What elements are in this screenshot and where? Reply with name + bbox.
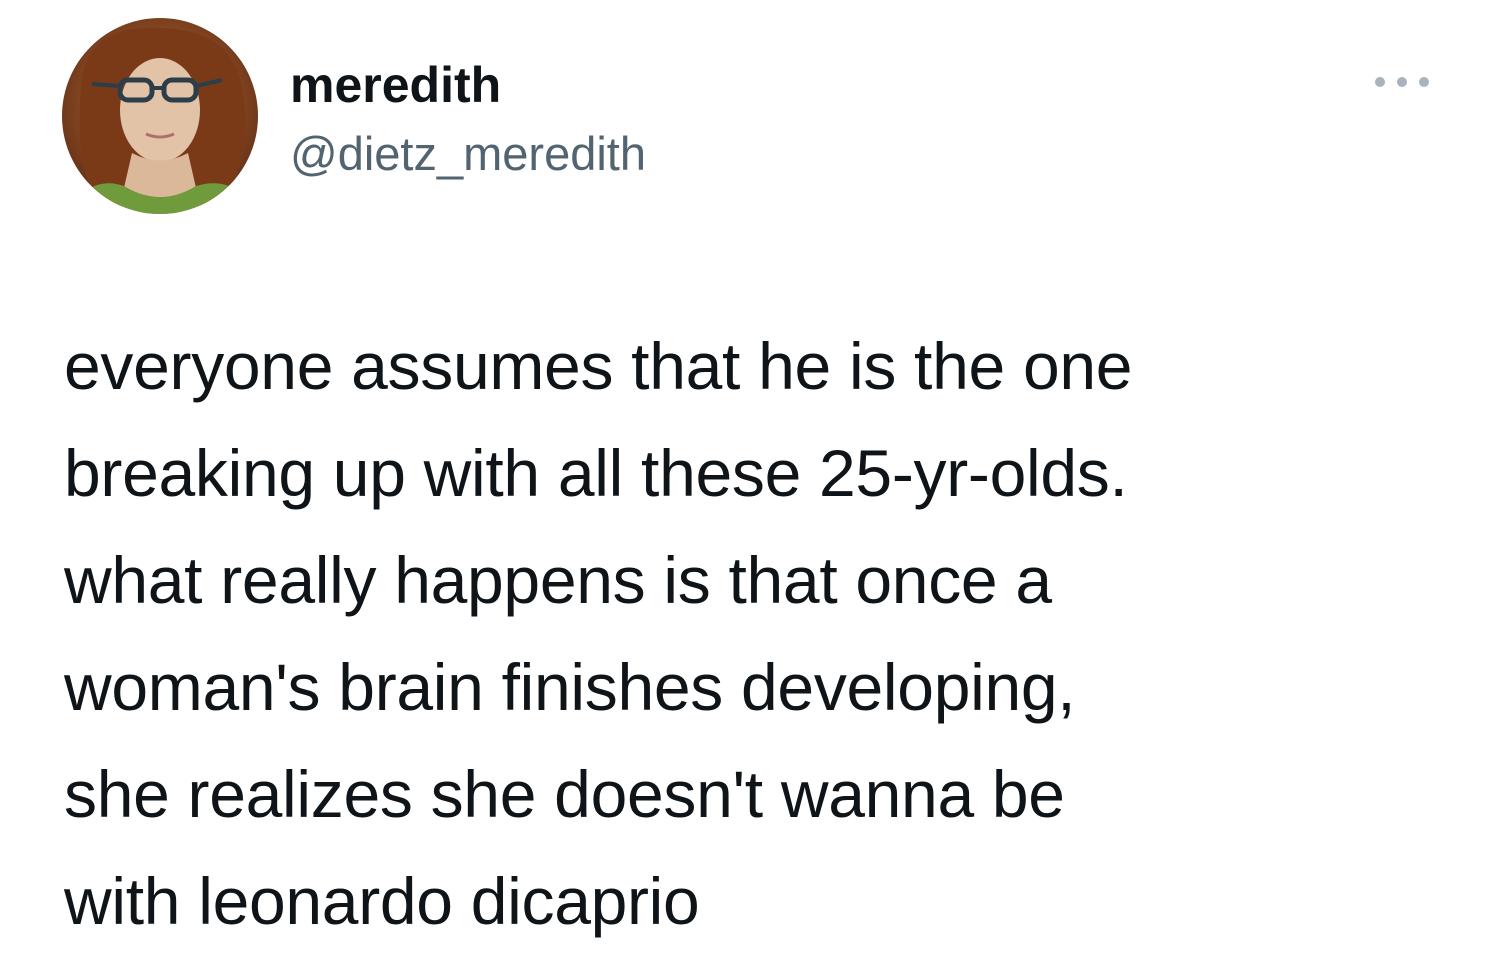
avatar[interactable] xyxy=(62,18,258,214)
more-options-button[interactable] xyxy=(1366,62,1438,102)
tweet-text-line: breaking up with all these 25-yr-olds. xyxy=(64,436,1128,510)
display-name[interactable]: meredith xyxy=(290,56,501,114)
tweet-text-line: she realizes she doesn't wanna be xyxy=(64,757,1065,831)
tweet-text-line: woman's brain finishes developing, xyxy=(64,650,1076,724)
profile-photo-icon xyxy=(62,18,258,214)
tweet-text-line: what really happens is that once a xyxy=(64,543,1052,617)
tweet-text-line: everyone assumes that he is the one xyxy=(64,329,1133,403)
more-options-icon xyxy=(1375,77,1429,87)
user-handle[interactable]: @dietz_meredith xyxy=(290,126,646,182)
tweet-text: everyone assumes that he is the one brea… xyxy=(64,313,1464,955)
tweet-card: meredith @dietz_meredith everyone assume… xyxy=(0,0,1500,969)
tweet-text-line: with leonardo dicaprio xyxy=(64,864,700,938)
